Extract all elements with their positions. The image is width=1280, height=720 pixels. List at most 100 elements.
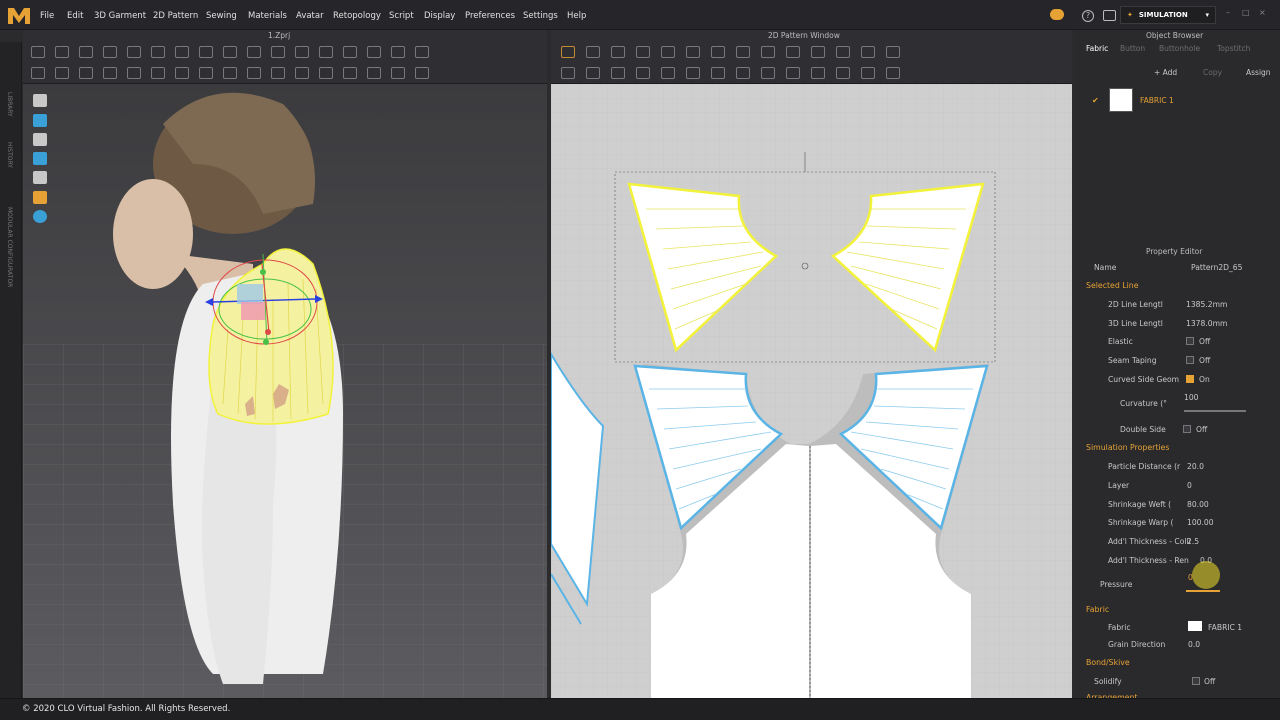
menu-3d-garment[interactable]: 3D Garment xyxy=(94,11,146,21)
pressure-slider[interactable] xyxy=(1186,590,1220,592)
menu-help[interactable]: Help xyxy=(567,11,586,21)
zipper-icon[interactable] xyxy=(175,67,189,79)
pin-2d-icon[interactable] xyxy=(761,67,775,79)
trace-icon[interactable] xyxy=(836,67,850,79)
tab-buttonhole[interactable]: Buttonhole xyxy=(1159,44,1200,53)
transform-pattern-icon[interactable] xyxy=(586,46,600,58)
close-icon[interactable]: × xyxy=(1259,8,1266,17)
buttonhole-icon[interactable] xyxy=(151,67,165,79)
segment-sewing-icon[interactable] xyxy=(561,67,575,79)
name-value[interactable]: Pattern2D_65 xyxy=(1191,263,1242,272)
line-tool-icon[interactable] xyxy=(295,67,309,79)
grid-alt-icon[interactable] xyxy=(415,46,429,58)
sewing-check-icon[interactable] xyxy=(611,67,625,79)
steam-icon[interactable] xyxy=(271,46,285,58)
menu-edit[interactable]: Edit xyxy=(67,11,83,21)
tab-button[interactable]: Button xyxy=(1120,44,1145,53)
grid-2d-icon[interactable] xyxy=(861,46,875,58)
seam-icon[interactable] xyxy=(319,46,333,58)
simulation-mode-dropdown[interactable]: ✦ SIMULATION ▾ xyxy=(1120,6,1216,24)
copy-button[interactable]: Copy xyxy=(1203,68,1222,77)
shrinkage-weft-value[interactable]: 80.00 xyxy=(1187,500,1209,509)
thickness-collision-value[interactable]: 2.5 xyxy=(1187,537,1199,546)
graphic-2d-icon[interactable] xyxy=(661,67,675,79)
lighting-icon[interactable] xyxy=(33,210,47,223)
tab-fabric[interactable]: Fabric xyxy=(1086,44,1108,53)
button-2d-icon[interactable] xyxy=(686,67,700,79)
menu-avatar[interactable]: Avatar xyxy=(296,11,324,21)
help-icon[interactable]: ? xyxy=(1082,10,1094,22)
texture-2d-icon[interactable] xyxy=(636,67,650,79)
add-button[interactable]: + Add xyxy=(1154,68,1177,77)
texture-view-icon[interactable] xyxy=(33,171,47,184)
walk-icon[interactable] xyxy=(31,67,45,79)
assign-button[interactable]: Assign xyxy=(1246,68,1271,77)
menu-retopology[interactable]: Retopology xyxy=(333,11,381,21)
ruler-icon[interactable] xyxy=(415,67,429,79)
tab-history[interactable]: HISTORY xyxy=(6,142,13,168)
texture-icon[interactable] xyxy=(199,67,213,79)
tack-2d-icon[interactable] xyxy=(786,67,800,79)
arrangement-icon[interactable] xyxy=(343,46,357,58)
transform-icon[interactable] xyxy=(79,46,93,58)
tack-icon[interactable] xyxy=(127,46,141,58)
menu-display[interactable]: Display xyxy=(424,11,455,21)
cut-icon[interactable] xyxy=(223,46,237,58)
pin-icon[interactable] xyxy=(151,46,165,58)
add-point-icon[interactable] xyxy=(686,46,700,58)
menu-sewing[interactable]: Sewing xyxy=(206,11,237,21)
tab-topstitch[interactable]: Topstitch xyxy=(1217,44,1250,53)
grain-direction-value[interactable]: 0.0 xyxy=(1188,640,1200,649)
avatar-view-icon[interactable] xyxy=(33,133,47,146)
flip-icon[interactable] xyxy=(367,67,381,79)
zipper-2d-icon[interactable] xyxy=(736,67,750,79)
puckering-icon[interactable] xyxy=(103,67,117,79)
minimize-icon[interactable]: – xyxy=(1226,8,1230,17)
avatar-display-icon[interactable] xyxy=(33,191,47,204)
print-icon[interactable] xyxy=(343,67,357,79)
curve-point-icon[interactable] xyxy=(661,46,675,58)
menu-materials[interactable]: Materials xyxy=(248,11,287,21)
view-rotate-icon[interactable] xyxy=(33,114,47,127)
menu-file[interactable]: File xyxy=(40,11,54,21)
rectangle-icon[interactable] xyxy=(711,46,725,58)
solidify-checkbox[interactable] xyxy=(1192,677,1200,685)
view-front-icon[interactable] xyxy=(33,94,47,107)
ellipse-icon[interactable] xyxy=(761,46,775,58)
internal-line-icon[interactable] xyxy=(811,67,825,79)
brush-icon[interactable] xyxy=(175,46,189,58)
section-simulation-properties[interactable]: Simulation Properties xyxy=(1086,443,1169,452)
settings-icon[interactable] xyxy=(1103,10,1116,21)
free-sewing-icon[interactable] xyxy=(586,67,600,79)
buttonhole-2d-icon[interactable] xyxy=(711,67,725,79)
clo-logo-icon[interactable] xyxy=(6,4,32,26)
fold-icon[interactable] xyxy=(103,46,117,58)
sphere-icon[interactable] xyxy=(271,67,285,79)
button-icon[interactable] xyxy=(127,67,141,79)
menu-preferences[interactable]: Preferences xyxy=(465,11,515,21)
avatar-icon[interactable] xyxy=(367,46,381,58)
fabric-select-value[interactable]: FABRIC 1 xyxy=(1208,623,1242,632)
edit-curve-icon[interactable] xyxy=(636,46,650,58)
tab-library[interactable]: LIBRARY xyxy=(6,92,13,117)
layer-value[interactable]: 0 xyxy=(1187,481,1192,490)
wave-icon[interactable] xyxy=(861,67,875,79)
pleat-icon[interactable] xyxy=(811,46,825,58)
menu-script[interactable]: Script xyxy=(389,11,414,21)
viewport-3d[interactable] xyxy=(23,84,547,698)
pressure-value[interactable]: 0 xyxy=(1188,573,1193,582)
section-fabric[interactable]: Fabric xyxy=(1086,605,1109,614)
section-selected-line[interactable]: Selected Line xyxy=(1086,281,1139,290)
grid-icon[interactable] xyxy=(391,46,405,58)
fold-2d-icon[interactable] xyxy=(836,46,850,58)
edit-point-icon[interactable] xyxy=(611,46,625,58)
lock-icon[interactable] xyxy=(79,67,93,79)
select-mesh-icon[interactable] xyxy=(55,46,69,58)
viewport-2d[interactable] xyxy=(551,84,1072,698)
circle-icon[interactable] xyxy=(247,67,261,79)
garment-view-icon[interactable] xyxy=(33,152,47,165)
shrinkage-warp-value[interactable]: 100.00 xyxy=(1187,518,1214,527)
maximize-icon[interactable]: □ xyxy=(1242,8,1250,17)
menu-settings[interactable]: Settings xyxy=(523,11,558,21)
ruler-2d-icon[interactable] xyxy=(886,67,900,79)
